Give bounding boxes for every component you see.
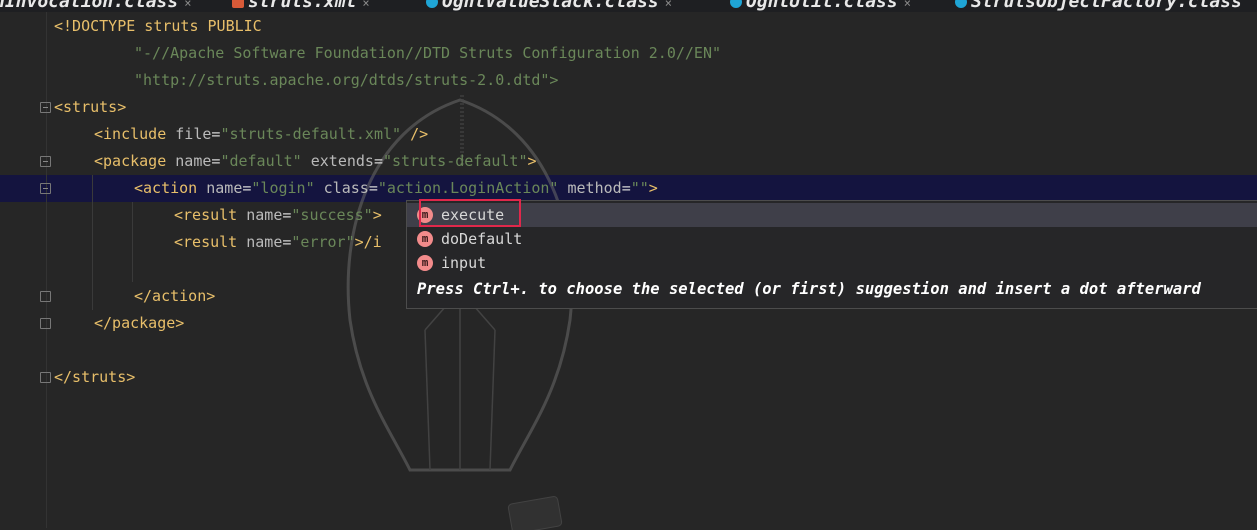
completion-item-execute[interactable]: m execute [407, 203, 1257, 227]
package-end-tag: </package> [94, 314, 185, 332]
attr-value: "success" [291, 206, 373, 224]
code-line-result-success[interactable]: <result name="success"> [174, 202, 382, 229]
fold-end-icon[interactable] [40, 291, 51, 302]
attr-value: "struts-default.xml" [220, 125, 402, 143]
method-icon: m [417, 255, 433, 271]
close-icon[interactable]: × [904, 0, 911, 10]
attr-value: "default" [220, 152, 302, 170]
code-line-struts-end[interactable]: </struts> [54, 364, 135, 391]
close-icon[interactable]: × [184, 0, 191, 10]
result-tag: <result [174, 206, 238, 224]
code-line-package-end[interactable]: </package> [94, 310, 184, 337]
completion-hint: Press Ctrl+. to choose the selected (or … [417, 280, 1201, 298]
completion-item-label: input [441, 254, 487, 272]
completion-item-dodefault[interactable]: m doDefault [407, 227, 1257, 251]
attr-name: extends [310, 152, 374, 170]
attr-value: "error" [291, 233, 355, 251]
attr-value: "login" [251, 179, 315, 197]
tag-close: >/i [354, 233, 382, 251]
indent-guide [92, 175, 93, 310]
editor-gutter [0, 12, 46, 528]
editor-tab-bar: nInvocation.class × struts.xml × OgnlValue… [0, 0, 1257, 12]
tab-label: StrutsObjectFactory.class [971, 0, 1242, 12]
attr-name: class [323, 179, 369, 197]
package-tag: <package [94, 152, 167, 170]
xml-file-icon [232, 0, 244, 8]
system-id-string: "http://struts.apache.org/dtds/struts-2.… [134, 71, 559, 89]
fold-toggle-icon[interactable] [40, 102, 51, 113]
tag-close: /> [410, 125, 429, 143]
method-icon: m [417, 231, 433, 247]
fold-toggle-icon[interactable] [40, 183, 51, 194]
include-tag: <include [94, 125, 167, 143]
action-end-tag: </action> [134, 287, 216, 305]
attr-name: name [175, 152, 212, 170]
tab-ognl-value-stack[interactable]: OgnlValueStack.class × [426, 0, 672, 12]
tab-struts-xml[interactable]: struts.xml × [232, 0, 370, 12]
fold-end-icon[interactable] [40, 318, 51, 329]
code-line-action[interactable]: <action name="login" class="action.Login… [134, 175, 658, 202]
tab-label: nInvocation.class [0, 0, 179, 12]
code-line-include[interactable]: <include file="struts-default.xml" /> [94, 121, 428, 148]
code-line-package[interactable]: <package name="default" extends="struts-… [94, 148, 537, 175]
class-file-icon [730, 0, 742, 8]
tab-label: OgnlValueStack.class [442, 0, 659, 12]
code-line-result-error[interactable]: <result name="error">/i [174, 229, 382, 256]
attr-name: file [175, 125, 212, 143]
attr-name: name [206, 179, 243, 197]
completion-item-input[interactable]: m input [407, 251, 1257, 275]
struts-open-tag: <struts> [54, 98, 127, 116]
action-tag: <action [134, 179, 198, 197]
code-line-action-end[interactable]: </action> [134, 283, 215, 310]
close-icon[interactable]: × [362, 0, 369, 10]
result-tag: <result [174, 233, 238, 251]
struts-end-tag: </struts> [54, 368, 136, 386]
code-line-doctype[interactable]: <!DOCTYPE struts PUBLIC [54, 13, 262, 40]
gutter-divider [46, 12, 47, 528]
completion-item-label: doDefault [441, 230, 523, 248]
tab-ognl-util[interactable]: OgnlUtil.class × [730, 0, 911, 12]
code-line-struts-open[interactable]: <struts> [54, 94, 126, 121]
fold-toggle-icon[interactable] [40, 156, 51, 167]
close-icon[interactable]: × [665, 0, 672, 10]
public-id-string: "-//Apache Software Foundation//DTD Stru… [134, 44, 721, 62]
tag-close: > [372, 206, 382, 224]
tab-action-invocation[interactable]: nInvocation.class × [0, 0, 191, 12]
attr-value: "struts-default" [383, 152, 528, 170]
class-file-icon [426, 0, 438, 8]
code-completion-popup[interactable]: m execute m doDefault m input Press Ctrl… [406, 200, 1257, 309]
attr-name: name [246, 233, 283, 251]
code-line-system-id[interactable]: "http://struts.apache.org/dtds/struts-2.… [134, 67, 558, 94]
doctype: <!DOCTYPE struts PUBLIC [54, 17, 262, 35]
tag-close: > [648, 179, 658, 197]
code-line-public-id[interactable]: "-//Apache Software Foundation//DTD Stru… [134, 40, 721, 67]
tab-label: struts.xml [248, 0, 357, 12]
tab-struts-object-factory[interactable]: StrutsObjectFactory.class [955, 0, 1242, 12]
fold-end-icon[interactable] [40, 372, 51, 383]
attr-value: "action.LoginAction" [377, 179, 559, 197]
attr-name: method [567, 179, 622, 197]
tag-close: > [527, 152, 537, 170]
class-file-icon [955, 0, 967, 8]
tab-label: OgnlUtil.class [746, 0, 898, 12]
attr-value: "" [630, 179, 649, 197]
highlight-annotation-box [419, 199, 521, 227]
attr-name: name [246, 206, 283, 224]
indent-guide [132, 202, 133, 282]
